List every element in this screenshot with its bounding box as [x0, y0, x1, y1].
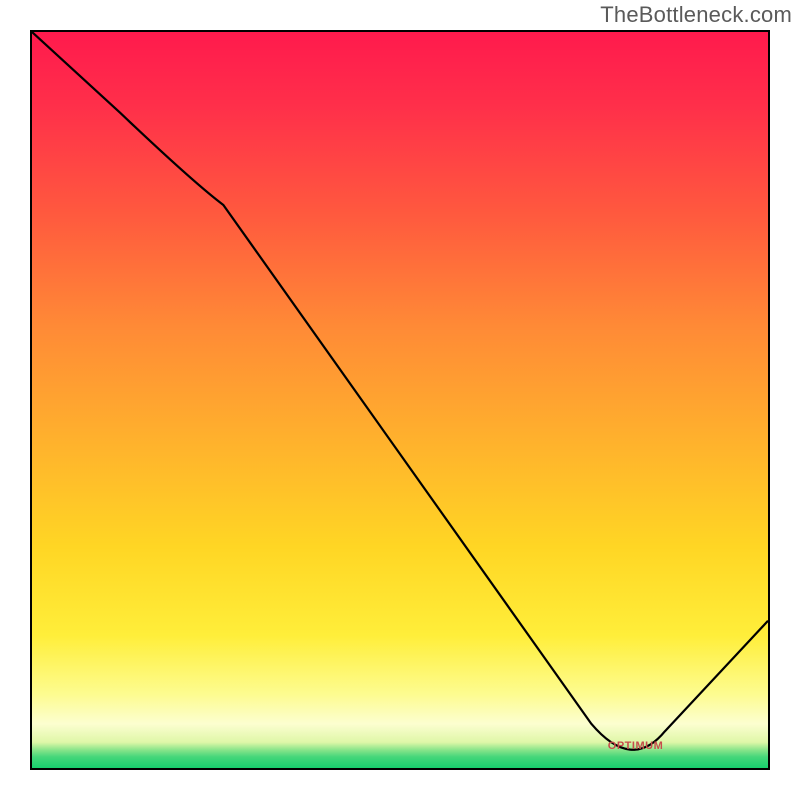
bottleneck-curve [32, 32, 768, 768]
chart-container: TheBottleneck.com OPTIMUM [0, 0, 800, 800]
optimum-marker: OPTIMUM [608, 740, 663, 752]
plot-frame: OPTIMUM [30, 30, 770, 770]
watermark-text: TheBottleneck.com [600, 2, 792, 28]
